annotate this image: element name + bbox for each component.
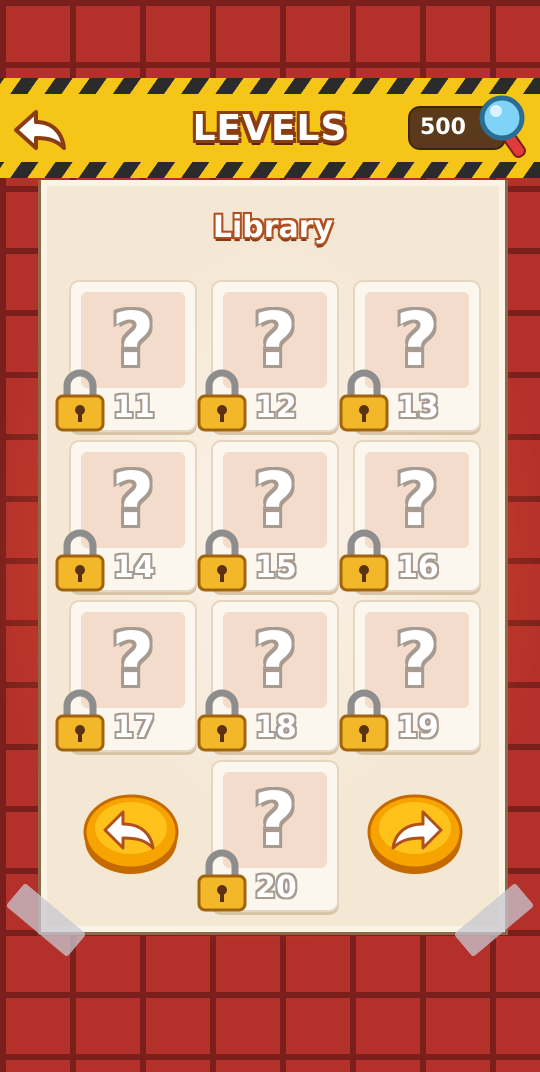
header-bar: LEVELS 500 <box>0 78 540 178</box>
back-arrow-icon <box>14 110 66 150</box>
hazard-stripe-bottom <box>0 162 540 178</box>
lock-icon <box>339 369 389 432</box>
level-card-12[interactable]: ? 12 <box>197 280 339 432</box>
lock-icon <box>55 529 105 592</box>
lock-icon <box>197 849 247 912</box>
level-card-19[interactable]: ? 19 <box>339 600 481 752</box>
back-button[interactable] <box>12 108 68 152</box>
level-number: 19 <box>397 710 439 745</box>
level-number: 17 <box>113 710 155 745</box>
magnifier-icon <box>479 95 526 158</box>
level-card-11[interactable]: ? 11 <box>55 280 197 432</box>
level-panel: Library ? 11 ? 12 ? 13 ? 14 ? 15 ? 16 ? … <box>38 180 508 935</box>
page-title: LEVELS <box>192 108 348 149</box>
level-card-14[interactable]: ? 14 <box>55 440 197 592</box>
lock-icon <box>197 689 247 752</box>
lock-icon <box>339 689 389 752</box>
panel-title: Library <box>212 210 334 245</box>
level-number: 16 <box>397 550 439 585</box>
level-number: 13 <box>397 390 439 425</box>
level-card-16[interactable]: ? 16 <box>339 440 481 592</box>
level-card-15[interactable]: ? 15 <box>197 440 339 592</box>
lock-icon <box>55 369 105 432</box>
next-page-icon <box>367 794 463 874</box>
level-card-20[interactable]: ? 20 <box>197 760 339 912</box>
prev-page-icon <box>83 794 179 874</box>
level-card-13[interactable]: ? 13 <box>339 280 481 432</box>
hazard-stripe-top <box>0 78 540 94</box>
level-card-17[interactable]: ? 17 <box>55 600 197 752</box>
level-number: 20 <box>255 870 297 905</box>
lock-icon <box>339 529 389 592</box>
lock-icon <box>55 689 105 752</box>
level-number: 14 <box>113 550 155 585</box>
lock-icon <box>197 369 247 432</box>
level-number: 15 <box>255 550 297 585</box>
next-page-button[interactable] <box>367 792 463 876</box>
lock-icon <box>197 529 247 592</box>
level-number: 11 <box>113 390 155 425</box>
level-card-18[interactable]: ? 18 <box>197 600 339 752</box>
level-number: 18 <box>255 710 297 745</box>
prev-page-button[interactable] <box>83 792 179 876</box>
level-number: 12 <box>255 390 297 425</box>
